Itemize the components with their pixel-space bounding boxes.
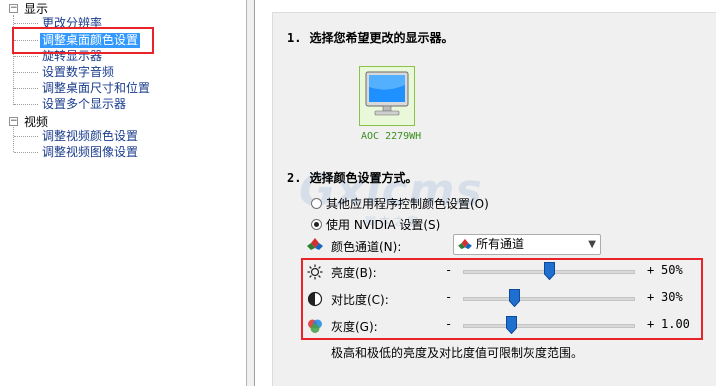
option-other-apps-label: 其他应用程序控制颜色设置(O): [326, 197, 489, 211]
option-nvidia-label: 使用 NVIDIA 设置(S): [326, 218, 441, 232]
step-1-title: 选择您希望更改的显示器。: [309, 31, 454, 45]
option-other-apps-control[interactable]: 其他应用程序控制颜色设置(O): [311, 195, 489, 212]
color-channel-select[interactable]: 所有通道 ▼: [453, 234, 601, 255]
gamma-range-hint: 极高和极低的亮度及对比度值可限制灰度范围。: [331, 346, 584, 360]
step-2-heading: 2. 选择颜色设置方式。: [287, 169, 417, 186]
monitor-tile[interactable]: [359, 66, 415, 126]
highlight-box-selected-item: [12, 27, 154, 54]
radio-other-apps[interactable]: [311, 198, 322, 209]
color-channel-icon: [307, 238, 323, 250]
tree-connector: [14, 152, 38, 153]
monitor-icon: [365, 71, 409, 116]
chevron-down-icon: ▼: [588, 239, 596, 250]
collapse-toggle-video[interactable]: −: [9, 117, 18, 126]
content-pane: Gxlcms 脚本之家 1. 选择您希望更改的显示器。 AOC 2279WH 2.…: [256, 0, 716, 386]
tree-item-digital-audio[interactable]: 设置数字音频: [42, 65, 114, 80]
step-1-number: 1.: [287, 31, 302, 45]
tree-item-multiple-displays[interactable]: 设置多个显示器: [42, 97, 126, 112]
tree-connector: [14, 104, 38, 105]
navigation-tree: − 显示 更改分辨率 调整桌面颜色设置 旋转显示器 设置数字音频 调整桌面尺寸和…: [0, 0, 247, 386]
all-channels-icon: [458, 238, 472, 250]
tree-group-display[interactable]: 显示: [24, 2, 48, 17]
settings-panel: Gxlcms 脚本之家 1. 选择您希望更改的显示器。 AOC 2279WH 2.…: [272, 12, 716, 386]
highlight-box-sliders: [301, 258, 703, 340]
tree-connector: [14, 88, 38, 89]
color-channel-value: 所有通道: [476, 237, 525, 251]
color-channel-label: 颜色通道(N):: [331, 240, 402, 254]
monitor-name: AOC 2279WH: [361, 131, 422, 142]
tree-connector: [14, 23, 38, 24]
tree-item-video-image-settings[interactable]: 调整视频图像设置: [42, 145, 138, 160]
tree-group-video[interactable]: 视频: [24, 115, 48, 130]
collapse-toggle-display[interactable]: −: [9, 4, 18, 13]
tree-connector: [13, 127, 14, 152]
tree-connector: [14, 72, 38, 73]
radio-nvidia-settings[interactable]: [311, 219, 322, 230]
tree-item-desktop-size-position[interactable]: 调整桌面尺寸和位置: [42, 81, 150, 96]
step-1-heading: 1. 选择您希望更改的显示器。: [287, 29, 453, 46]
step-2-number: 2.: [287, 171, 302, 185]
pane-splitter[interactable]: [247, 0, 255, 386]
tree-connector: [14, 56, 38, 57]
tree-connector: [14, 136, 38, 137]
tree-item-video-color-settings[interactable]: 调整视频颜色设置: [42, 129, 138, 144]
step-2-title: 选择颜色设置方式。: [309, 171, 418, 185]
option-use-nvidia-settings[interactable]: 使用 NVIDIA 设置(S): [311, 216, 440, 233]
